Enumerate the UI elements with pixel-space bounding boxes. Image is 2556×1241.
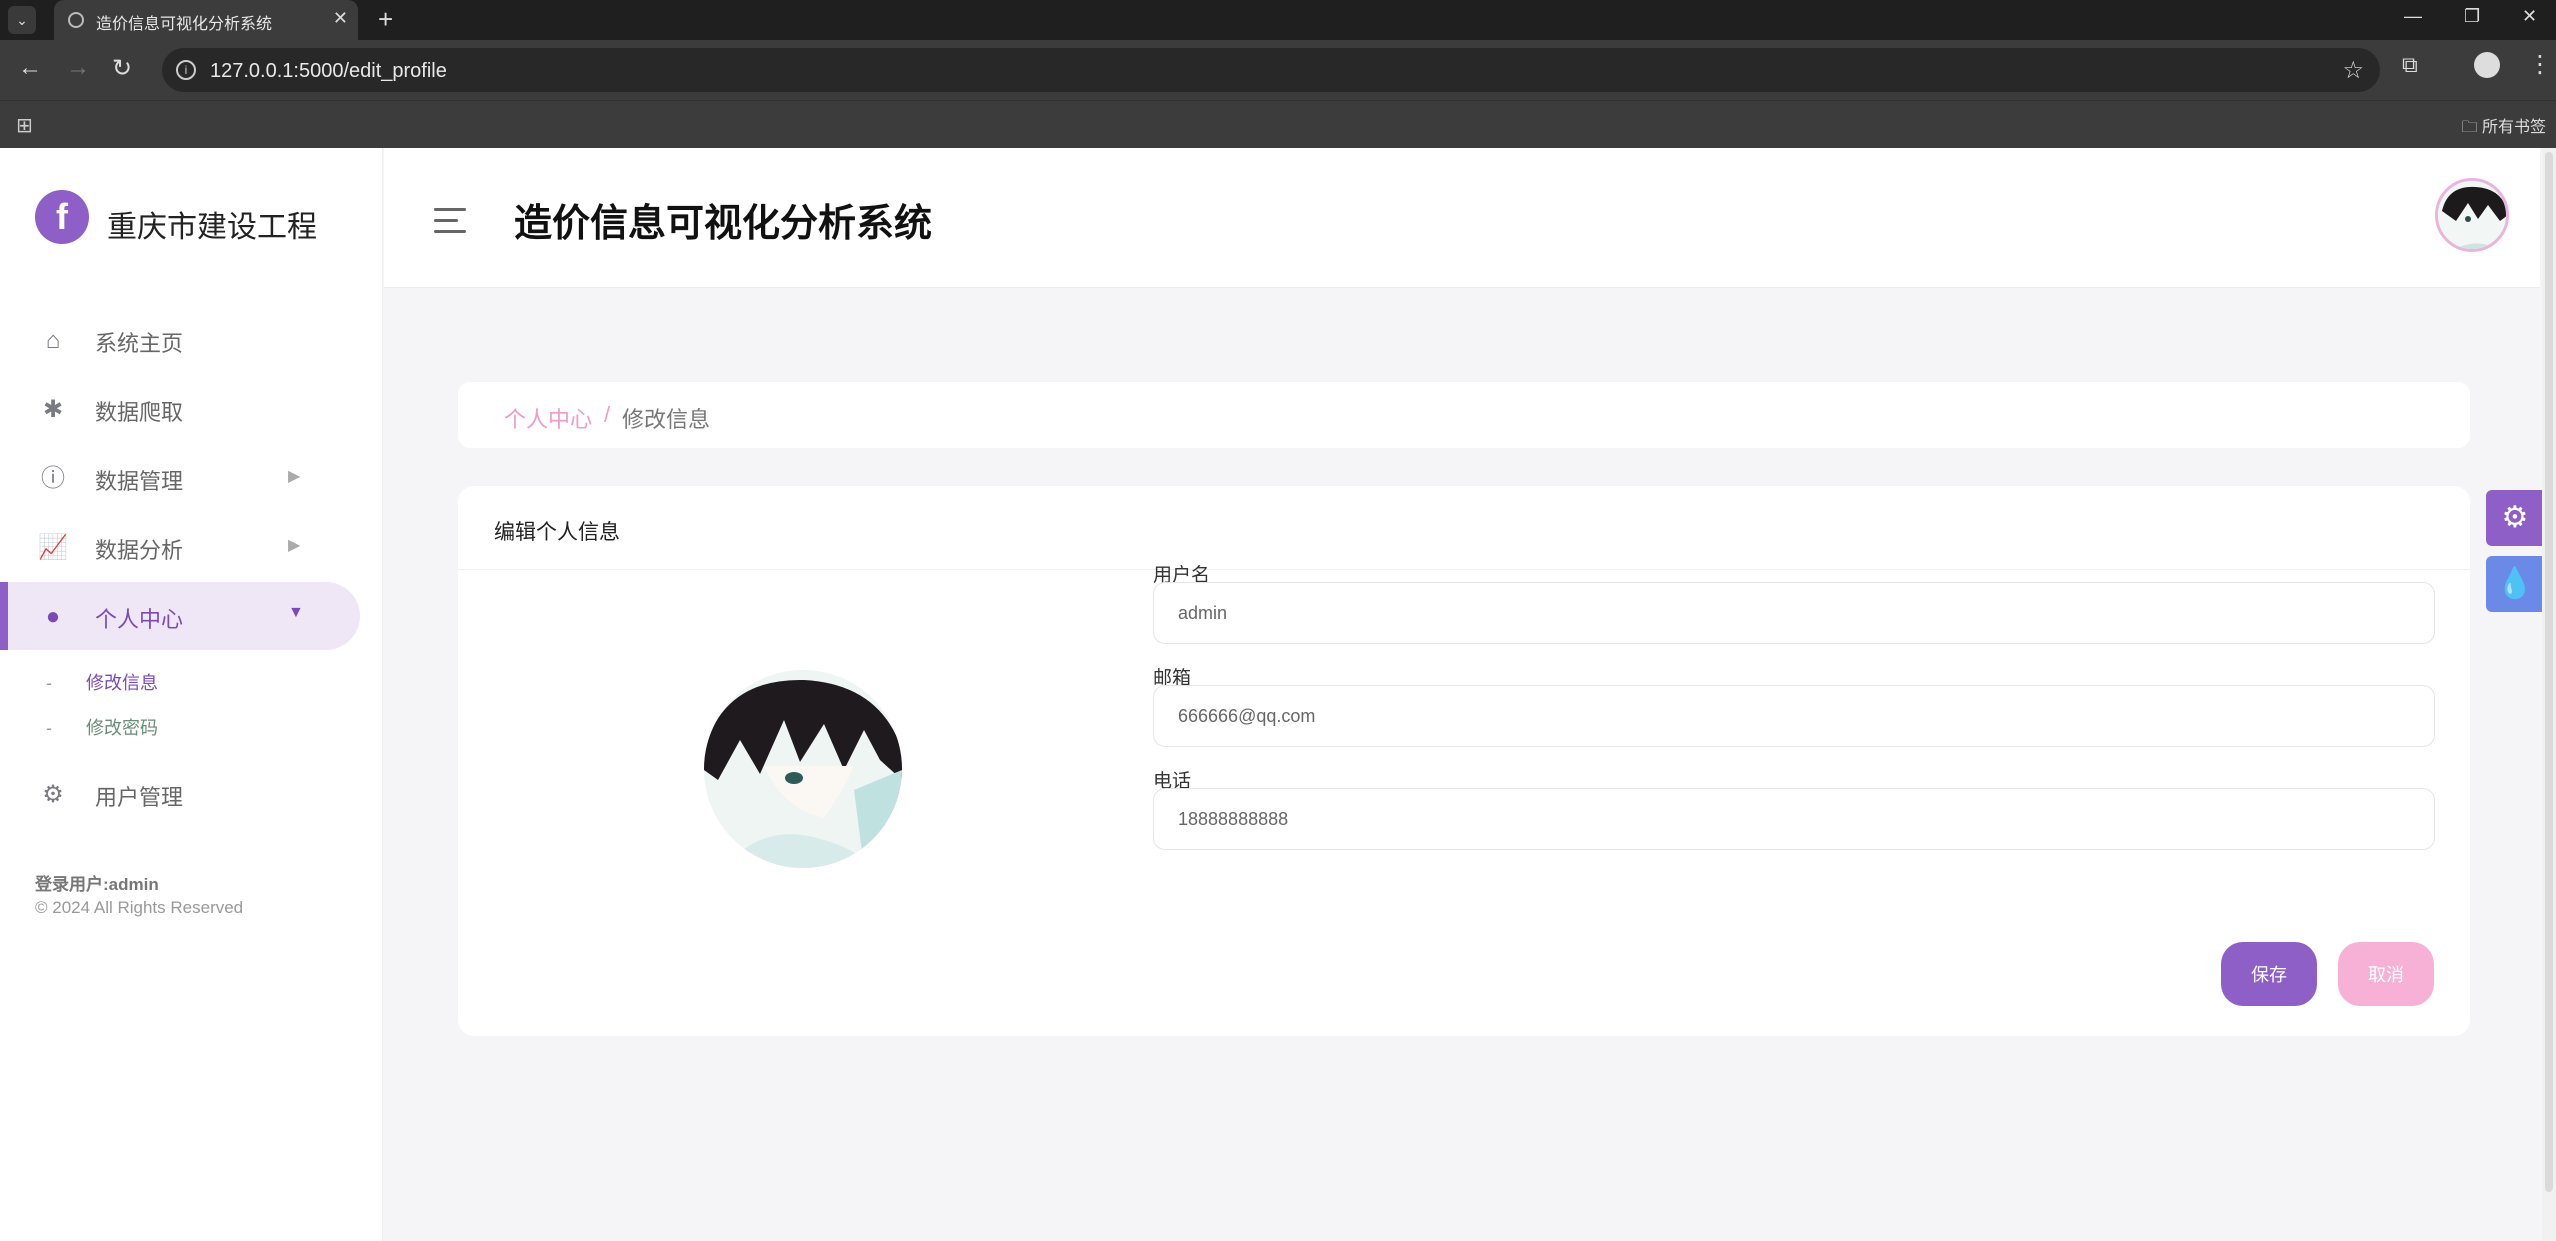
avatar[interactable] — [2435, 178, 2509, 252]
url-text[interactable]: 127.0.0.1:5000/edit_profile — [210, 60, 447, 83]
edit-profile-card: 编辑个人信息 用户名 邮箱 电话 保存 取消 — [458, 486, 2470, 1036]
sidebar-item-label: 数据管理 — [95, 469, 184, 494]
breadcrumb-separator: / — [604, 402, 611, 427]
bookmark-star-icon[interactable]: ☆ — [2342, 56, 2364, 85]
browser-tab[interactable]: 造价信息可视化分析系统 ✕ — [54, 0, 358, 40]
sidebar-item-data-management[interactable]: ⓘ 数据管理 ▶ — [0, 444, 360, 512]
sidebar-item-label: 数据分析 — [95, 538, 184, 563]
breadcrumb-current: 修改信息 — [622, 407, 711, 432]
bullet-dash: - — [46, 673, 52, 693]
sidebar-subitem-label: 修改密码 — [86, 718, 158, 738]
omnibox[interactable]: i 127.0.0.1:5000/edit_profile ☆ — [162, 48, 2380, 92]
sidebar-item-user-management[interactable]: ⚙ 用户管理 — [0, 760, 360, 828]
extensions-icon[interactable]: ⧉ — [2402, 52, 2418, 78]
forward-button[interactable]: → — [66, 54, 90, 82]
settings-gear-icon[interactable]: ⚙ — [2486, 490, 2544, 546]
top-header: 造价信息可视化分析系统 — [384, 148, 2540, 288]
breadcrumb-parent[interactable]: 个人中心 — [504, 402, 592, 434]
all-bookmarks-button[interactable]: 🗀 所有书签 — [2462, 113, 2546, 143]
theme-drop-icon[interactable]: 💧 — [2486, 556, 2544, 612]
close-window-button[interactable]: ✕ — [2522, 6, 2537, 27]
logged-in-user: 登录用户:admin — [35, 875, 159, 894]
address-bar-row: ← → ↻ i 127.0.0.1:5000/edit_profile ☆ ⧉ … — [0, 40, 2556, 100]
sidebar-item-data-analysis[interactable]: 📈 数据分析 ▶ — [0, 513, 360, 581]
breadcrumb: 个人中心 / 修改信息 — [458, 382, 2470, 448]
all-bookmarks-label: 所有书签 — [2481, 119, 2546, 136]
back-button[interactable]: ← — [18, 54, 42, 82]
profile-icon[interactable] — [2474, 52, 2500, 78]
bullet-dash: - — [46, 718, 52, 738]
divider — [458, 569, 2470, 570]
site-info-icon[interactable]: i — [176, 60, 196, 80]
sidebar-item-crawl[interactable]: ✱ 数据爬取 — [0, 375, 360, 443]
user-icon: ● — [45, 603, 61, 630]
menu-toggle-icon[interactable] — [434, 208, 466, 241]
globe-icon — [68, 12, 84, 28]
page-scrollbar[interactable] — [2542, 148, 2556, 1241]
tab-search-button[interactable]: ⌄ — [8, 6, 36, 34]
avatar-image — [2438, 181, 2506, 249]
brand-name[interactable]: 重庆市建设工程 — [107, 202, 317, 246]
minimize-button[interactable]: — — [2404, 6, 2422, 27]
sidebar-item-label: 系统主页 — [95, 331, 184, 356]
more-menu-icon[interactable]: ⋮ — [2528, 50, 2552, 79]
bookmarks-bar: ⊞ 🗀 所有书签 — [0, 100, 2556, 148]
sidebar-subitem-change-password[interactable]: - 修改密码 — [46, 714, 158, 744]
browser-tab-bar: ⌄ 造价信息可视化分析系统 ✕ + — ❐ ✕ — [0, 0, 2556, 40]
chart-icon: 📈 — [38, 534, 68, 561]
logo-icon[interactable]: f — [35, 190, 89, 244]
sidebar-subitem-label: 修改信息 — [86, 673, 158, 693]
sidebar: f 重庆市建设工程 ⌂ 系统主页 ✱ 数据爬取 ⓘ 数据管理 ▶ 📈 数据分析 … — [0, 148, 383, 1241]
home-icon: ⌂ — [45, 327, 61, 354]
chevron-right-icon: ▶ — [288, 537, 301, 554]
page-title: 造价信息可视化分析系统 — [514, 203, 933, 245]
chevron-right-icon: ▶ — [288, 468, 301, 485]
username-field[interactable] — [1153, 582, 2435, 644]
sidebar-item-personal-center[interactable]: ● 个人中心 ▼ — [0, 582, 360, 650]
email-field[interactable] — [1153, 685, 2435, 747]
chevron-down-icon: ▼ — [288, 604, 304, 621]
save-button[interactable]: 保存 — [2221, 942, 2317, 1006]
profile-avatar-image — [704, 670, 902, 868]
restore-button[interactable]: ❐ — [2464, 6, 2480, 27]
sidebar-item-label: 个人中心 — [95, 607, 184, 632]
copyright: © 2024 All Rights Reserved — [35, 898, 244, 917]
card-title: 编辑个人信息 — [494, 521, 620, 544]
scrollbar-thumb[interactable] — [2545, 152, 2553, 1192]
profile-avatar[interactable] — [704, 670, 902, 868]
close-tab-icon[interactable]: ✕ — [333, 8, 348, 29]
phone-field[interactable] — [1153, 788, 2435, 850]
new-tab-button[interactable]: + — [378, 4, 393, 35]
info-icon: ⓘ — [41, 465, 65, 492]
cancel-button[interactable]: 取消 — [2338, 942, 2434, 1006]
spider-icon: ✱ — [42, 396, 64, 423]
reload-button[interactable]: ↻ — [112, 54, 132, 83]
sidebar-item-label: 用户管理 — [95, 785, 184, 810]
tab-title: 造价信息可视化分析系统 — [96, 16, 273, 33]
sidebar-item-label: 数据爬取 — [95, 400, 184, 425]
user-gear-icon: ⚙ — [42, 781, 64, 808]
sidebar-subitem-edit-info[interactable]: - 修改信息 — [46, 669, 158, 699]
apps-icon[interactable]: ⊞ — [16, 113, 33, 138]
sidebar-item-home[interactable]: ⌂ 系统主页 — [0, 306, 360, 374]
